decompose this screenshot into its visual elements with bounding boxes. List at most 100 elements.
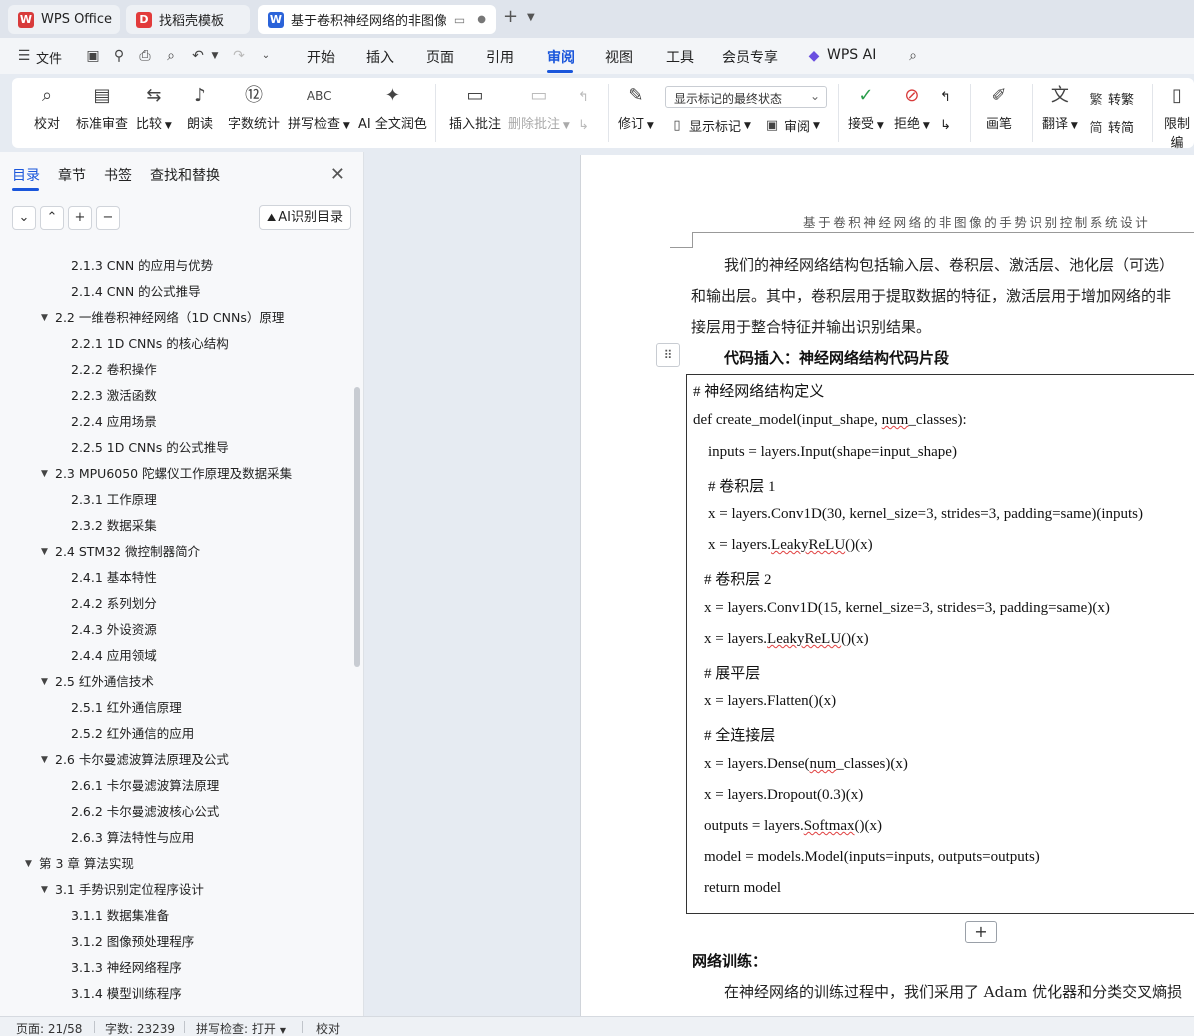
menu-page[interactable]: 页面 bbox=[426, 47, 454, 67]
drag-handle-icon[interactable]: ⠿ bbox=[656, 343, 680, 367]
menu-view[interactable]: 视图 bbox=[605, 47, 633, 67]
share-icon[interactable]: ⚲ bbox=[111, 48, 127, 64]
spell-check-button[interactable]: ABC 拼写检查 ▼ bbox=[288, 84, 350, 132]
save-icon[interactable]: ▣ bbox=[85, 48, 101, 64]
toc-item[interactable]: 2.3 MPU6050 陀螺仪工作原理及数据采集 bbox=[55, 464, 292, 484]
to-simplified-button[interactable]: 简 转简 bbox=[1088, 117, 1134, 136]
toc-item[interactable]: 2.4.2 系列划分 bbox=[71, 594, 157, 614]
expand-toggle-icon[interactable]: ▼ bbox=[25, 854, 32, 874]
insert-comment-button[interactable]: ▭ 插入批注 bbox=[449, 84, 501, 132]
toc-item[interactable]: 2.1.3 CNN 的应用与优势 bbox=[71, 256, 213, 276]
code-block[interactable]: # 神经网络结构定义 def create_model(input_shape,… bbox=[686, 374, 1194, 914]
more-chevron-icon[interactable]: ⌄ bbox=[258, 48, 274, 64]
prev-change-icon[interactable]: ↰ bbox=[940, 90, 951, 105]
tab-current-document[interactable]: W 基于卷积神经网络的非图像的 ▭ ● bbox=[258, 5, 496, 34]
review-pane-button[interactable]: ▣ 审阅 ▼ bbox=[764, 116, 820, 135]
show-markup-button[interactable]: ▯ 显示标记 ▼ bbox=[669, 116, 751, 135]
next-change-icon[interactable]: ↳ bbox=[940, 118, 951, 133]
toc-item[interactable]: 2.5.2 红外通信的应用 bbox=[71, 724, 194, 744]
pen-button[interactable]: ✐ 画笔 bbox=[986, 84, 1012, 132]
nav-tab-chapters[interactable]: 章节 bbox=[58, 165, 86, 185]
toc-item[interactable]: 3.1.1 数据集准备 bbox=[71, 906, 169, 926]
restrict-editing-button[interactable]: ▯ 限制编 bbox=[1160, 84, 1194, 151]
menu-file[interactable]: 文件 bbox=[36, 48, 62, 67]
toc-item[interactable]: 2.2 一维卷积神经网络（1D CNNs）原理 bbox=[55, 308, 284, 328]
toc-item[interactable]: 2.6 卡尔曼滤波算法原理及公式 bbox=[55, 750, 229, 770]
next-comment-icon[interactable]: ↳ bbox=[578, 118, 589, 133]
expand-level-button[interactable]: ⌃ bbox=[40, 206, 64, 230]
collapse-level-button[interactable]: ⌄ bbox=[12, 206, 36, 230]
read-aloud-button[interactable]: ♪ 朗读 bbox=[187, 84, 213, 132]
toc-item[interactable]: 2.5.1 红外通信原理 bbox=[71, 698, 182, 718]
translate-button[interactable]: 文 翻译 ▼ bbox=[1042, 84, 1078, 132]
new-tab-icon[interactable]: + bbox=[503, 6, 518, 27]
toc-item[interactable]: 2.4.3 外设资源 bbox=[71, 620, 157, 640]
ai-polish-button[interactable]: ✦ AI 全文润色 bbox=[358, 84, 427, 132]
toc-item[interactable]: 2.6.1 卡尔曼滤波算法原理 bbox=[71, 776, 219, 796]
expand-toggle-icon[interactable]: ▼ bbox=[41, 542, 48, 562]
toc-item[interactable]: 2.5 红外通信技术 bbox=[55, 672, 154, 692]
toc-item[interactable]: 3.1.3 神经网络程序 bbox=[71, 958, 182, 978]
document-page[interactable]: 基于卷积神经网络的非图像的手势识别控制系统设计 我们的神经网络结构包括输入层、卷… bbox=[580, 155, 1194, 1016]
to-traditional-button[interactable]: 繁 转繁 bbox=[1088, 89, 1134, 108]
hamburger-icon[interactable]: ☰ bbox=[16, 48, 32, 64]
undo-dropdown-icon[interactable]: ▼ bbox=[207, 48, 223, 64]
add-heading-button[interactable]: + bbox=[68, 206, 92, 230]
toc-item[interactable]: 第 3 章 算法实现 bbox=[39, 854, 134, 874]
toc-item[interactable]: 2.4 STM32 微控制器简介 bbox=[55, 542, 200, 562]
toc-item[interactable]: 2.2.1 1D CNNs 的核心结构 bbox=[71, 334, 229, 354]
toc-item[interactable]: 2.2.5 1D CNNs 的公式推导 bbox=[71, 438, 229, 458]
tab-wps-office[interactable]: W WPS Office bbox=[8, 5, 120, 34]
search-icon[interactable]: ⌕ bbox=[905, 48, 921, 64]
nav-scrollbar[interactable] bbox=[354, 387, 360, 667]
word-count-button[interactable]: ⑫ 字数统计 bbox=[228, 84, 280, 132]
print-preview-icon[interactable]: ⌕ bbox=[163, 48, 179, 64]
toc-item[interactable]: 2.2.3 激活函数 bbox=[71, 386, 157, 406]
menu-review[interactable]: 审阅 bbox=[547, 47, 575, 67]
monitor-icon[interactable]: ▭ bbox=[454, 13, 465, 27]
ai-toc-button[interactable]: ⛰ AI识别目录 bbox=[259, 205, 351, 230]
remove-heading-button[interactable]: − bbox=[96, 206, 120, 230]
menu-home[interactable]: 开始 bbox=[307, 47, 335, 67]
nav-tab-find-replace[interactable]: 查找和替换 bbox=[150, 165, 220, 185]
menu-insert[interactable]: 插入 bbox=[366, 47, 394, 67]
toc-item[interactable]: 2.1.4 CNN 的公式推导 bbox=[71, 282, 201, 302]
nav-tab-bookmarks[interactable]: 书签 bbox=[104, 165, 132, 185]
expand-toggle-icon[interactable]: ▼ bbox=[41, 880, 48, 900]
delete-comment-button[interactable]: ▭ 删除批注 ▼ bbox=[508, 84, 570, 132]
menu-reference[interactable]: 引用 bbox=[486, 47, 514, 67]
toc-item[interactable]: 2.3.1 工作原理 bbox=[71, 490, 157, 510]
compare-button[interactable]: ⇆ 比较 ▼ bbox=[136, 84, 172, 132]
redo-icon[interactable]: ↷ bbox=[231, 48, 247, 64]
tab-docer-templates[interactable]: D 找稻壳模板 bbox=[126, 5, 250, 34]
toc-item[interactable]: 2.2.4 应用场景 bbox=[71, 412, 157, 432]
menu-tools[interactable]: 工具 bbox=[666, 47, 694, 67]
print-icon[interactable]: ⎙ bbox=[137, 48, 153, 64]
toc-item[interactable]: 2.6.2 卡尔曼滤波核心公式 bbox=[71, 802, 219, 822]
reject-button[interactable]: ⊘ 拒绝 ▼ bbox=[894, 84, 930, 132]
prev-comment-icon[interactable]: ↰ bbox=[578, 90, 589, 105]
menu-wps-ai[interactable]: WPS AI bbox=[827, 47, 876, 63]
toc-item[interactable]: 2.2.2 卷积操作 bbox=[71, 360, 157, 380]
toc-item[interactable]: 3.1.4 模型训练程序 bbox=[71, 984, 182, 1004]
toc-item[interactable]: 2.4.4 应用领域 bbox=[71, 646, 157, 666]
add-row-button[interactable]: + bbox=[965, 921, 997, 943]
toc-item[interactable]: 3.1 手势识别定位程序设计 bbox=[55, 880, 204, 900]
word-count[interactable]: 字数: 23239 bbox=[105, 1020, 175, 1036]
toc-item[interactable]: 2.6.3 算法特性与应用 bbox=[71, 828, 194, 848]
markup-mode-select[interactable]: 显示标记的最终状态 ⌄ bbox=[665, 86, 827, 108]
track-changes-button[interactable]: ✎ 修订 ▼ bbox=[618, 84, 654, 132]
chevron-down-icon[interactable]: ▼ bbox=[527, 12, 535, 23]
toc-item[interactable]: 3.1.2 图像预处理程序 bbox=[71, 932, 194, 952]
undo-icon[interactable]: ↶ bbox=[190, 48, 206, 64]
page-count[interactable]: 页面: 21/58 bbox=[16, 1020, 82, 1036]
accept-button[interactable]: ✓ 接受 ▼ bbox=[848, 84, 884, 132]
expand-toggle-icon[interactable]: ▼ bbox=[41, 750, 48, 770]
close-icon[interactable]: ✕ bbox=[330, 164, 345, 185]
standard-review-button[interactable]: ▤ 标准审查 bbox=[76, 84, 128, 132]
expand-toggle-icon[interactable]: ▼ bbox=[41, 672, 48, 692]
toc-item[interactable]: 2.3.2 数据采集 bbox=[71, 516, 157, 536]
menu-member[interactable]: 会员专享 bbox=[722, 47, 778, 67]
expand-toggle-icon[interactable]: ▼ bbox=[41, 464, 48, 484]
nav-tab-toc[interactable]: 目录 bbox=[12, 165, 40, 185]
